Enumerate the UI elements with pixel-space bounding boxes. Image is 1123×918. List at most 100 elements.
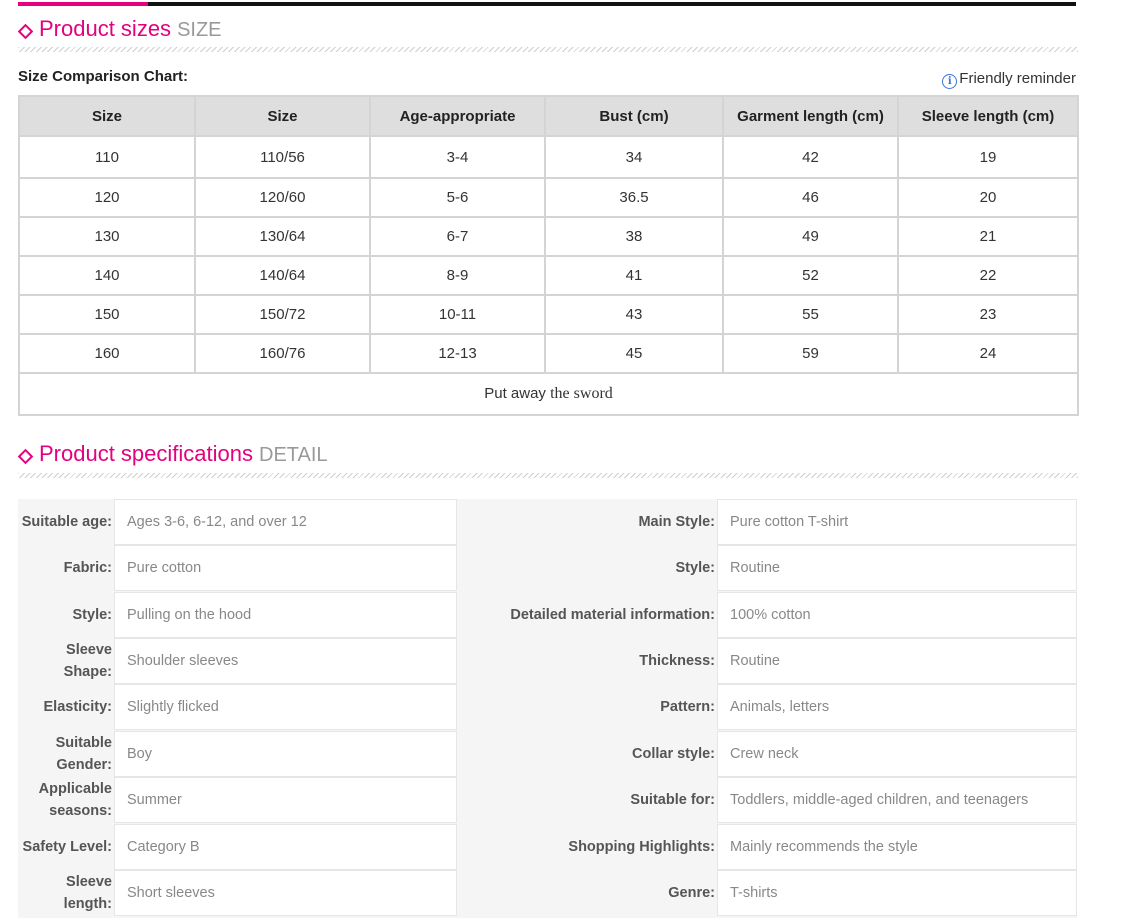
table-row: 110 110/56 3-4 34 42 19 <box>18 135 1079 179</box>
spec-value: Slightly flicked <box>114 684 457 730</box>
table-cell: 46 <box>722 177 899 218</box>
table-cell: 34 <box>544 135 724 179</box>
table-row: 160 160/76 12-13 45 59 24 <box>18 333 1079 374</box>
info-icon: i <box>942 74 958 89</box>
table-cell: 20 <box>897 177 1079 218</box>
table-row: 130 130/64 6-7 38 49 21 <box>18 216 1079 257</box>
table-cell: 19 <box>897 135 1079 179</box>
spec-value: Mainly recommends the style <box>717 824 1077 870</box>
spec-grid: Suitable age: Ages 3-6, 6-12, and over 1… <box>18 499 1077 918</box>
diamond-icon <box>17 448 34 465</box>
spec-row: Suitable Gender: Boy Collar style: Crew … <box>18 731 1077 777</box>
spec-row: Sleeve Shape: Shoulder sleeves Thickness… <box>18 638 1077 684</box>
dashed-divider <box>18 47 1078 52</box>
table-cell: 120/60 <box>194 177 371 218</box>
table-cell: 49 <box>722 216 899 257</box>
size-section-title-text: Product sizes <box>39 16 172 41</box>
spec-section-title: Product specifications DETAIL <box>39 441 328 467</box>
spec-value: Pulling on the hood <box>114 592 457 638</box>
spec-label: Suitable Gender: <box>55 735 112 773</box>
spec-value: Shoulder sleeves <box>114 638 457 684</box>
table-cell: 24 <box>897 333 1079 374</box>
table-cell: 150 <box>18 294 196 335</box>
spec-value: Summer <box>114 777 457 823</box>
table-cell: 140/64 <box>194 255 371 296</box>
spec-label: Main Style: <box>638 514 715 530</box>
table-cell: 3-4 <box>369 135 546 179</box>
size-comparison-table: Size Size Age-appropriate Bust (cm) Garm… <box>18 95 1079 416</box>
column-header: Bust (cm) <box>544 95 724 137</box>
size-section-subtitle: SIZE <box>177 19 222 41</box>
footer-text-part1: Put away <box>484 385 546 402</box>
table-cell: 23 <box>897 294 1079 335</box>
table-cell: 41 <box>544 255 724 296</box>
size-chart-label: Size Comparison Chart: <box>18 68 189 85</box>
spec-value: Category B <box>114 824 457 870</box>
spec-value: Crew neck <box>717 731 1077 777</box>
spec-label: Detailed material information: <box>510 607 715 623</box>
table-cell: 130/64 <box>194 216 371 257</box>
table-cell: 110/56 <box>194 135 371 179</box>
diamond-icon <box>17 23 34 40</box>
spec-label: Sleeve length: <box>63 874 112 912</box>
table-footer-row: Put away the sword <box>18 372 1079 416</box>
table-row: 120 120/60 5-6 36.5 46 20 <box>18 177 1079 218</box>
table-cell: 52 <box>722 255 899 296</box>
column-header: Age-appropriate <box>369 95 546 137</box>
column-header: Size <box>194 95 371 137</box>
table-row: 140 140/64 8-9 41 52 22 <box>18 255 1079 296</box>
spec-label: Collar style: <box>632 746 715 762</box>
table-cell: 130 <box>18 216 196 257</box>
spec-label: Thickness: <box>639 653 715 669</box>
table-cell: 59 <box>722 333 899 374</box>
friendly-reminder-text: Friendly reminder <box>959 70 1076 87</box>
spec-label: Style: <box>675 560 716 576</box>
table-cell: 5-6 <box>369 177 546 218</box>
footer-text-part2: the sword <box>550 385 613 402</box>
spec-value: 100% cotton <box>717 592 1077 638</box>
table-cell: 12-13 <box>369 333 546 374</box>
size-section-header: Product sizes SIZE <box>17 16 1078 46</box>
spec-value: Pure cotton T-shirt <box>717 499 1077 545</box>
table-cell: 43 <box>544 294 724 335</box>
spec-label: Sleeve Shape: <box>63 642 112 680</box>
column-header: Sleeve length (cm) <box>897 95 1079 137</box>
spec-label: Elasticity: <box>43 699 113 715</box>
table-cell: 55 <box>722 294 899 335</box>
spec-value: T-shirts <box>717 870 1077 916</box>
table-cell: 140 <box>18 255 196 296</box>
table-cell: 160 <box>18 333 196 374</box>
spec-row: Elasticity: Slightly flicked Pattern: An… <box>18 684 1077 730</box>
friendly-reminder-link[interactable]: i Friendly reminder <box>942 70 1076 89</box>
spec-label: Suitable age: <box>21 514 112 530</box>
table-cell: 110 <box>18 135 196 179</box>
spec-row: Suitable age: Ages 3-6, 6-12, and over 1… <box>18 499 1077 545</box>
table-cell: 160/76 <box>194 333 371 374</box>
table-cell: 21 <box>897 216 1079 257</box>
spec-label: Fabric: <box>63 560 112 576</box>
spec-row: Sleeve length: Short sleeves Genre: T-sh… <box>18 870 1077 916</box>
spec-label: Style: <box>72 607 113 623</box>
spec-value: Boy <box>114 731 457 777</box>
table-row: 150 150/72 10-11 43 55 23 <box>18 294 1079 335</box>
spec-value: Animals, letters <box>717 684 1077 730</box>
spec-value: Short sleeves <box>114 870 457 916</box>
spec-label: Shopping Highlights: <box>568 839 715 855</box>
spec-value: Ages 3-6, 6-12, and over 12 <box>114 499 457 545</box>
spec-value: Routine <box>717 638 1077 684</box>
spec-section-subtitle: DETAIL <box>259 444 328 466</box>
size-section-title: Product sizes SIZE <box>39 16 222 42</box>
spec-value: Routine <box>717 545 1077 591</box>
spec-value: Toddlers, middle-aged children, and teen… <box>717 777 1077 823</box>
table-cell: 42 <box>722 135 899 179</box>
table-cell: 45 <box>544 333 724 374</box>
spec-row: Safety Level: Category B Shopping Highli… <box>18 824 1077 870</box>
spec-row: Fabric: Pure cotton Style: Routine <box>18 545 1077 591</box>
table-cell: 150/72 <box>194 294 371 335</box>
spec-label: Pattern: <box>660 699 715 715</box>
dashed-divider <box>18 473 1078 478</box>
table-cell: 6-7 <box>369 216 546 257</box>
table-cell: 8-9 <box>369 255 546 296</box>
column-header: Size <box>18 95 196 137</box>
table-cell: 120 <box>18 177 196 218</box>
